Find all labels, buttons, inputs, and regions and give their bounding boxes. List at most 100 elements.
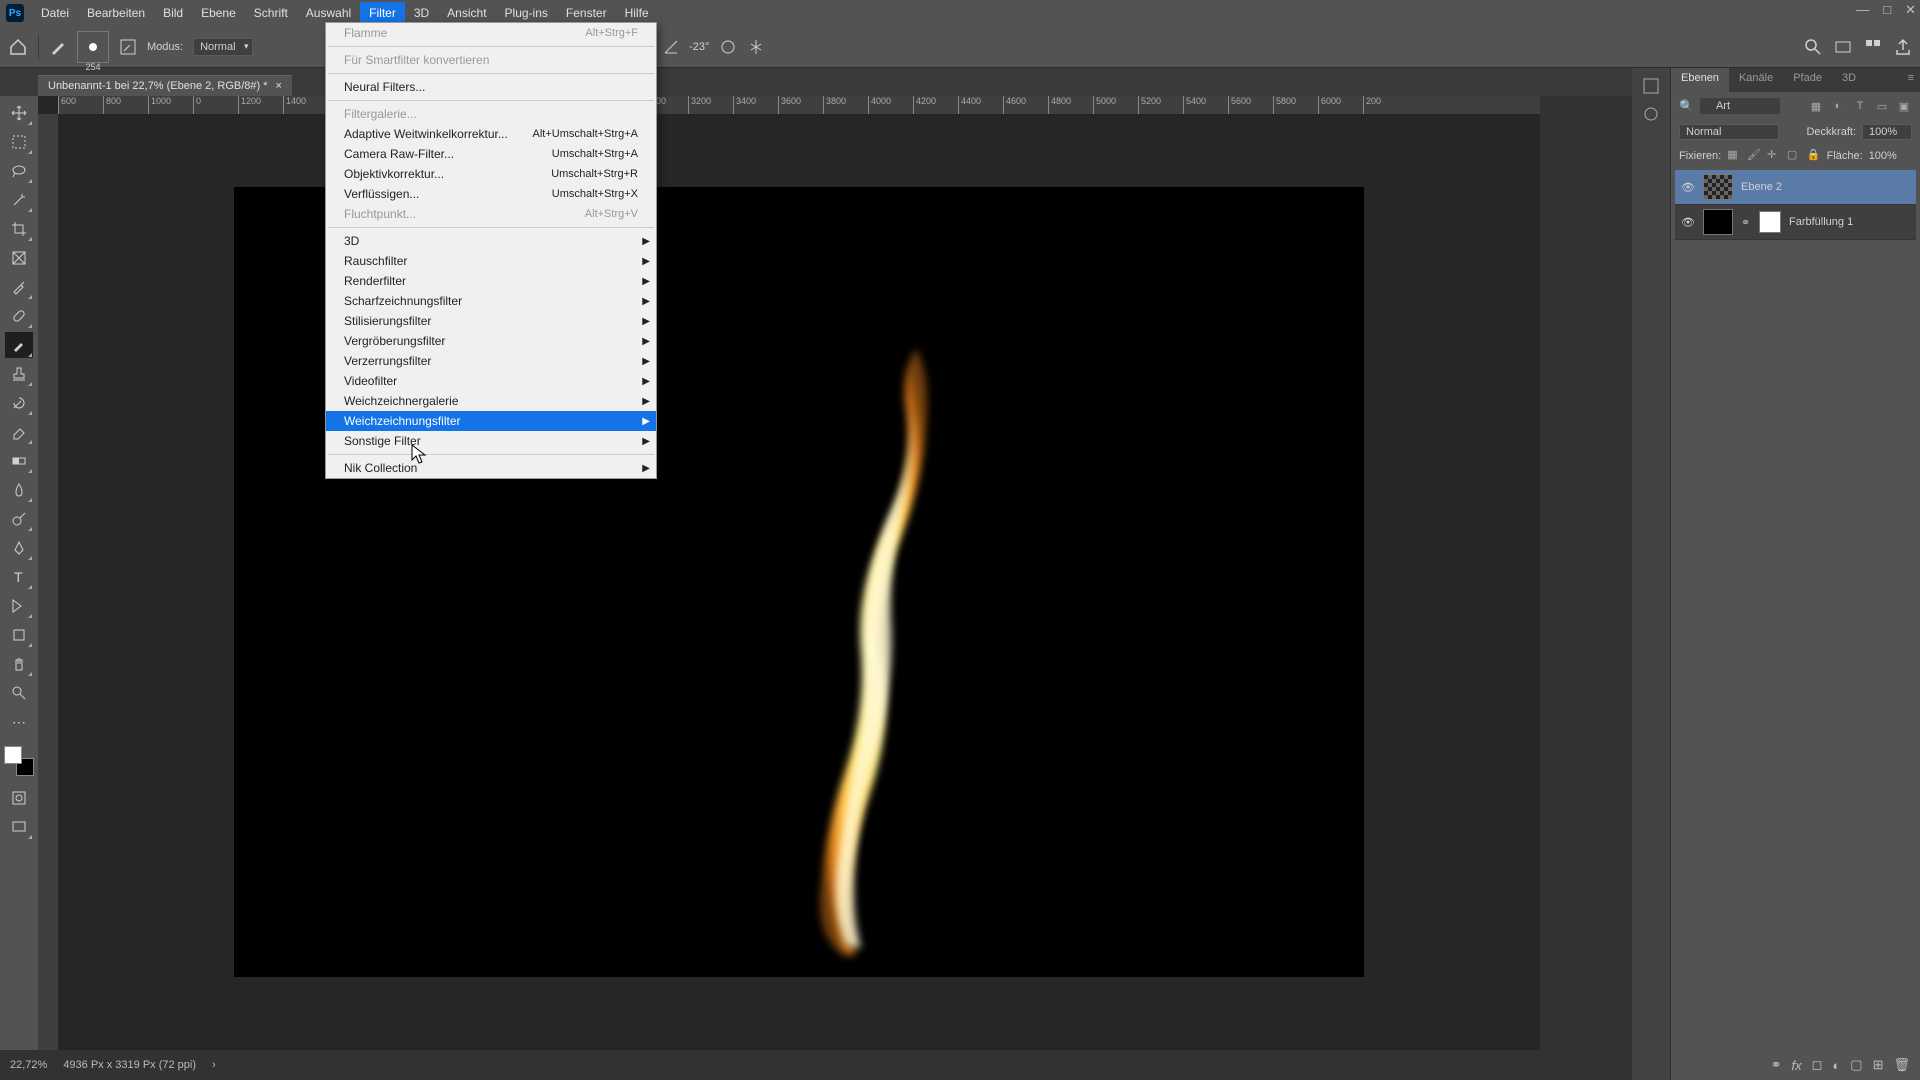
delete-icon[interactable]: 🗑 <box>1893 1057 1910 1073</box>
zoom-tool[interactable] <box>5 680 33 706</box>
layer-thumbnail[interactable] <box>1703 174 1733 200</box>
menu-item[interactable]: Verflüssigen...Umschalt+Strg+X <box>326 184 656 204</box>
brush-preview[interactable]: 254 <box>77 31 109 63</box>
healing-tool[interactable] <box>5 303 33 329</box>
fill-value[interactable]: 100% <box>1869 150 1912 162</box>
foreground-color[interactable] <box>4 746 22 764</box>
menu-schrift[interactable]: Schrift <box>245 2 297 24</box>
panel-icon-1[interactable] <box>1636 72 1666 100</box>
layer-thumbnail[interactable] <box>1703 209 1733 235</box>
menu-item[interactable]: Renderfilter▶ <box>326 271 656 291</box>
link-icon[interactable]: ⚭ <box>1741 216 1751 229</box>
filter-pixel-icon[interactable]: ▦ <box>1808 98 1824 114</box>
menu-ebene[interactable]: Ebene <box>192 2 245 24</box>
crop-tool[interactable] <box>5 216 33 242</box>
fx-icon[interactable]: fx <box>1792 1058 1802 1073</box>
canvas-viewport[interactable] <box>58 114 1540 1050</box>
menu-item[interactable]: Sonstige Filter▶ <box>326 431 656 451</box>
filter-shape-icon[interactable]: ▭ <box>1874 98 1890 114</box>
frame-tool[interactable] <box>5 245 33 271</box>
close-tab-icon[interactable]: × <box>276 80 282 92</box>
lock-all-icon[interactable]: 🔒 <box>1807 148 1821 164</box>
link-layers-icon[interactable]: ⚭ <box>1771 1057 1782 1073</box>
filter-type-icon[interactable]: T <box>1852 98 1868 114</box>
angle-value[interactable]: -23° <box>689 41 709 53</box>
layer-row[interactable]: 👁 Ebene 2 <box>1675 170 1916 205</box>
opacity-value[interactable]: 100% <box>1862 124 1912 140</box>
adjustment-icon[interactable]: ◐ <box>1832 1058 1840 1073</box>
stamp-tool[interactable] <box>5 361 33 387</box>
mask-icon[interactable]: ◻ <box>1812 1057 1823 1073</box>
pen-tool[interactable] <box>5 535 33 561</box>
new-layer-icon[interactable]: ⊞ <box>1873 1057 1884 1073</box>
wand-tool[interactable] <box>5 187 33 213</box>
marquee-tool[interactable] <box>5 129 33 155</box>
layer-blend-dropdown[interactable]: Normal <box>1679 124 1779 140</box>
menu-hilfe[interactable]: Hilfe <box>616 2 658 24</box>
menu-item[interactable]: Vergröberungsfilter▶ <box>326 331 656 351</box>
group-icon[interactable]: ▢ <box>1850 1057 1862 1073</box>
layer-name[interactable]: Farbfüllung 1 <box>1789 216 1853 228</box>
screen-mode[interactable] <box>5 814 33 840</box>
path-tool[interactable] <box>5 593 33 619</box>
zoom-level[interactable]: 22,72% <box>10 1059 47 1071</box>
filter-smart-icon[interactable]: ▣ <box>1896 98 1912 114</box>
tab-3d[interactable]: 3D <box>1832 68 1866 92</box>
menu-plugins[interactable]: Plug-ins <box>496 2 557 24</box>
menu-item[interactable]: Nik Collection▶ <box>326 458 656 478</box>
menu-fenster[interactable]: Fenster <box>557 2 616 24</box>
lock-pixels-icon[interactable]: 🖌 <box>1747 148 1761 164</box>
move-tool[interactable] <box>5 100 33 126</box>
panel-icon-2[interactable] <box>1636 100 1666 128</box>
menu-item[interactable]: Adaptive Weitwinkelkorrektur...Alt+Umsch… <box>326 124 656 144</box>
hand-tool[interactable] <box>5 651 33 677</box>
menu-filter[interactable]: Filter <box>360 2 405 24</box>
menu-item[interactable]: Objektivkorrektur...Umschalt+Strg+R <box>326 164 656 184</box>
filter-type-dropdown[interactable]: Art <box>1700 98 1780 114</box>
menu-item[interactable]: Weichzeichnungsfilter▶ <box>326 411 656 431</box>
visibility-icon[interactable]: 👁 <box>1681 216 1695 229</box>
type-tool[interactable]: T <box>5 564 33 590</box>
menu-item[interactable]: 3D▶ <box>326 231 656 251</box>
eyedropper-tool[interactable] <box>5 274 33 300</box>
menu-auswahl[interactable]: Auswahl <box>297 2 360 24</box>
layer-name[interactable]: Ebene 2 <box>1741 181 1782 193</box>
menu-3d[interactable]: 3D <box>405 2 438 24</box>
brush-tool[interactable] <box>5 332 33 358</box>
filter-adjust-icon[interactable]: ◐ <box>1830 98 1846 114</box>
tab-ebenen[interactable]: Ebenen <box>1671 68 1729 92</box>
chevron-right-icon[interactable]: › <box>212 1059 216 1071</box>
home-icon[interactable] <box>8 37 28 57</box>
layer-row[interactable]: 👁 ⚭ Farbfüllung 1 <box>1675 205 1916 240</box>
panel-menu-icon[interactable]: ≡ <box>1902 68 1920 92</box>
color-swatches[interactable] <box>4 746 34 776</box>
blend-mode-dropdown[interactable]: Normal <box>193 38 252 56</box>
ruler-horizontal[interactable]: 6008001000012001400160018002000220024002… <box>58 96 1540 114</box>
visibility-icon[interactable]: 👁 <box>1681 181 1695 194</box>
history-brush-tool[interactable] <box>5 390 33 416</box>
mask-thumbnail[interactable] <box>1759 211 1781 233</box>
tab-kanale[interactable]: Kanäle <box>1729 68 1783 92</box>
document-tab[interactable]: Unbenannt-1 bei 22,7% (Ebene 2, RGB/8#) … <box>38 75 292 96</box>
ruler-vertical[interactable] <box>38 114 58 1050</box>
brush-tool-icon[interactable] <box>49 38 67 56</box>
share-icon[interactable] <box>1894 38 1912 56</box>
brush-panel-icon[interactable] <box>119 38 137 56</box>
quick-mask[interactable] <box>5 785 33 811</box>
close-button[interactable]: ✕ <box>1905 2 1916 18</box>
gradient-tool[interactable] <box>5 448 33 474</box>
workspace-icon[interactable] <box>1864 38 1882 56</box>
menu-item[interactable]: Neural Filters... <box>326 77 656 97</box>
symmetry-icon[interactable] <box>747 38 765 56</box>
blur-tool[interactable] <box>5 477 33 503</box>
edit-toolbar[interactable]: ⋯ <box>5 709 33 735</box>
dodge-tool[interactable] <box>5 506 33 532</box>
menu-item[interactable]: Camera Raw-Filter...Umschalt+Strg+A <box>326 144 656 164</box>
lock-artboard-icon[interactable]: ▢ <box>1787 148 1801 164</box>
search-icon[interactable] <box>1804 38 1822 56</box>
menu-datei[interactable]: Datei <box>32 2 78 24</box>
maximize-button[interactable]: □ <box>1883 2 1891 18</box>
history-icon[interactable] <box>1834 38 1852 56</box>
menu-item[interactable]: Verzerrungsfilter▶ <box>326 351 656 371</box>
minimize-button[interactable]: — <box>1856 2 1869 18</box>
